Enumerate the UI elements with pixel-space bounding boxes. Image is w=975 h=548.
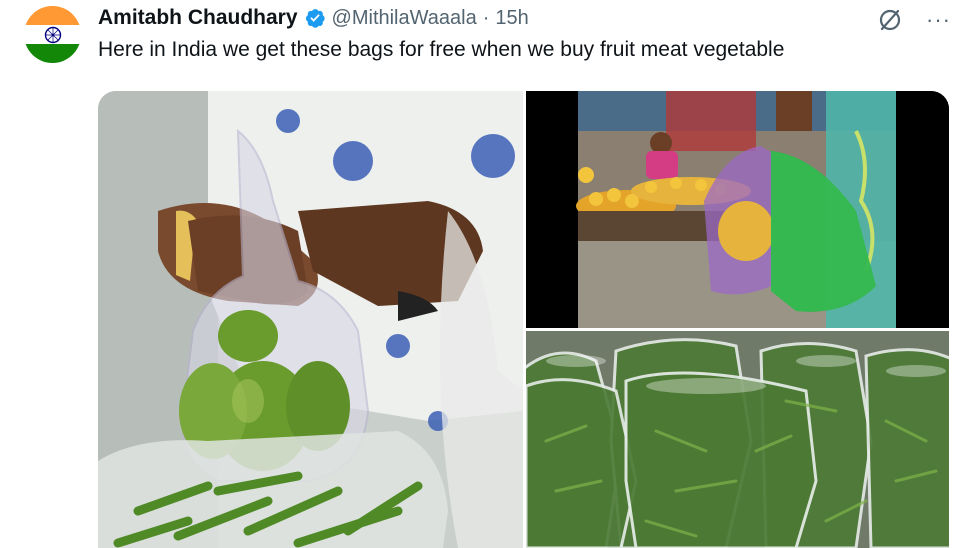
flag-saffron-band: [24, 6, 81, 26]
green-chillies-in-plastic-bags-photo[interactable]: [526, 331, 949, 548]
timestamp[interactable]: 15h: [495, 7, 528, 30]
more-options-icon[interactable]: ···: [926, 9, 951, 31]
tweet-text: Here in India we get these bags for free…: [98, 38, 785, 61]
author-handle[interactable]: @MithilaWaaala: [332, 7, 477, 30]
tweet-header: Amitabh Chaudhary @MithilaWaaala · 15h: [98, 4, 529, 32]
header-separator: ·: [482, 6, 490, 29]
author-name[interactable]: Amitabh Chaudhary: [98, 6, 298, 30]
flag-green-band: [24, 43, 81, 63]
tweet-actions-top: ···: [876, 6, 951, 34]
fruit-vendor-plastic-bags-photo[interactable]: [526, 91, 949, 328]
verified-badge-icon[interactable]: [304, 7, 326, 29]
avatar[interactable]: [24, 6, 81, 63]
ashoka-chakra-icon: [44, 26, 61, 43]
grok-icon[interactable]: [876, 6, 904, 34]
media-grid: [98, 91, 949, 548]
hand-tying-plastic-bag-with-mangoes-photo[interactable]: [98, 91, 523, 548]
